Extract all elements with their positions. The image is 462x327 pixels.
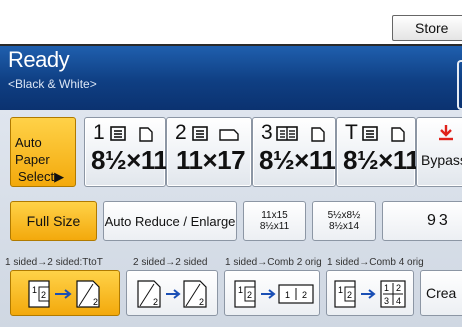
- svg-text:1: 1: [338, 285, 343, 295]
- tray-paper-icon: [362, 126, 405, 142]
- svg-text:1: 1: [384, 283, 389, 293]
- header-side-button-edge[interactable]: [457, 60, 462, 110]
- auto-paper-select-button[interactable]: Auto Paper Select▶: [10, 117, 76, 187]
- create-label: Crea: [426, 285, 457, 301]
- duplex-2to2-icon: 2 2: [137, 280, 207, 308]
- preset-1-bottom: 8½x11: [259, 221, 290, 232]
- svg-text:2: 2: [302, 290, 307, 300]
- svg-text:2: 2: [347, 290, 352, 300]
- zoom-percent-button[interactable]: 93: [382, 201, 462, 241]
- duplex-1to2-button[interactable]: 1 2 2: [10, 270, 120, 316]
- bypass-label: Bypass: [421, 152, 462, 168]
- combine-2-originals-button[interactable]: 1 2 1 2: [224, 270, 320, 316]
- svg-text:1: 1: [238, 285, 243, 295]
- auto-paper-label-line1: Auto Paper: [15, 135, 50, 167]
- combine-4-originals-button[interactable]: 1 2 1 2 3 4: [326, 270, 414, 316]
- duplex-2to2-button[interactable]: 2 2: [126, 270, 218, 316]
- combine-4-icon: 1 2 1 2 3 4: [334, 280, 406, 308]
- preset-2-top: 5½x8½: [327, 210, 361, 221]
- svg-text:2: 2: [41, 290, 46, 300]
- duplex-label-1: 1 sided→2 sided:TtoT: [5, 257, 103, 268]
- duplex-label-3: 1 sided→Comb 2 orig: [225, 257, 322, 268]
- auto-reduce-label: Auto Reduce / Enlarge: [104, 213, 236, 229]
- svg-text:1: 1: [285, 290, 290, 300]
- svg-text:1: 1: [32, 285, 37, 295]
- combine-2-icon: 1 2 1 2: [234, 280, 314, 308]
- tray-paper-icon: [276, 126, 325, 142]
- preset-reduce-1-button[interactable]: 11x15 8½x11: [243, 201, 306, 241]
- duplex-label-4: 1 sided→Comb 4 orig: [327, 257, 424, 268]
- svg-text:3: 3: [384, 296, 389, 306]
- store-label: Store: [415, 20, 449, 36]
- bypass-tray-button[interactable]: Bypass: [416, 117, 462, 187]
- tray-number: 2: [175, 121, 187, 144]
- svg-text:4: 4: [396, 296, 401, 306]
- preset-2-bottom: 8½x14: [328, 221, 360, 232]
- duplex-label-2: 2 sided→2 sided: [133, 257, 208, 268]
- status-text: Ready: [8, 47, 70, 72]
- full-size-label: Full Size: [26, 213, 81, 229]
- full-size-button[interactable]: Full Size: [10, 201, 97, 241]
- tray-number: 1: [93, 121, 105, 144]
- color-mode-text: <Black & White>: [8, 77, 97, 91]
- tray-number: 3: [261, 121, 273, 144]
- preset-1-top: 11x15: [261, 210, 288, 221]
- svg-text:2: 2: [247, 290, 252, 300]
- svg-text:2: 2: [153, 297, 158, 307]
- tray-paper-icon: [192, 126, 239, 141]
- paper-tray-2-button[interactable]: 2 11×17: [166, 117, 252, 187]
- svg-text:2: 2: [93, 297, 98, 307]
- paper-tray-3-button[interactable]: 3 8½×11: [252, 117, 336, 187]
- auto-paper-label-line2: Select▶: [18, 169, 65, 184]
- tray-number: T: [345, 121, 358, 144]
- paper-tray-t-button[interactable]: T 8½×11: [336, 117, 420, 187]
- auto-reduce-enlarge-button[interactable]: Auto Reduce / Enlarge: [103, 201, 237, 241]
- duplex-1to2-icon: 1 2 2: [28, 280, 100, 308]
- paper-size: 11×17: [176, 145, 246, 175]
- svg-text:2: 2: [396, 283, 401, 293]
- bypass-tray-icon: [439, 125, 453, 141]
- create-margin-button[interactable]: Crea: [420, 270, 462, 316]
- paper-size: 8½×11: [91, 145, 168, 175]
- preset-enlarge-2-button[interactable]: 5½x8½ 8½x14: [312, 201, 376, 241]
- svg-text:2: 2: [199, 297, 204, 307]
- store-button[interactable]: Store: [392, 15, 462, 41]
- zoom-percent-value: 93: [427, 212, 451, 229]
- tray-paper-icon: [110, 126, 153, 142]
- paper-size: 8½×11: [343, 145, 420, 175]
- paper-size: 8½×11: [259, 145, 336, 175]
- paper-tray-1-button[interactable]: 1 8½×11: [84, 117, 168, 187]
